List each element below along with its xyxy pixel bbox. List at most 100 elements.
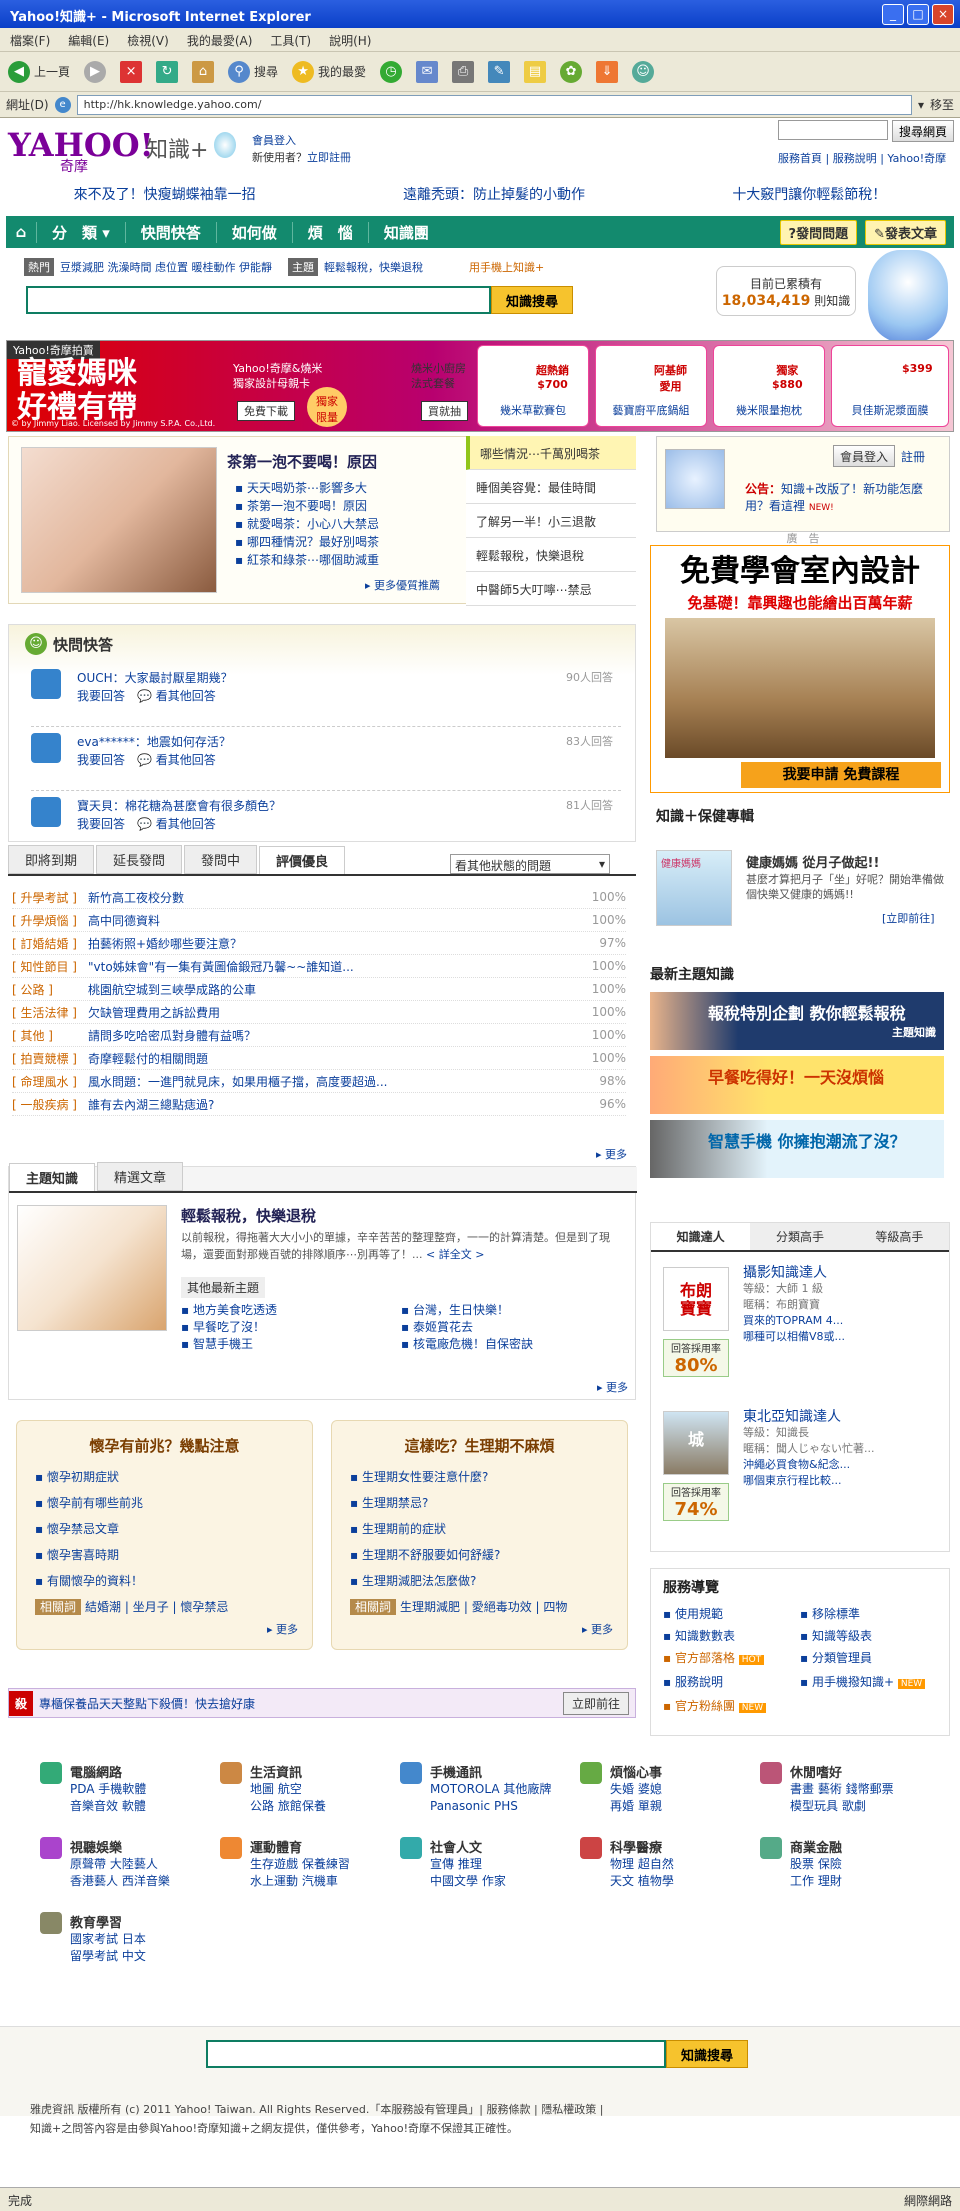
- service-link[interactable]: ▪ 官方部落格 HOT: [663, 1647, 800, 1671]
- top-search-input[interactable]: [778, 120, 888, 140]
- status-select[interactable]: 看其他狀態的問題 ▾: [450, 854, 610, 874]
- download-icon[interactable]: ⇓: [596, 60, 619, 83]
- history-icon[interactable]: ◷: [380, 60, 403, 83]
- mobile-link[interactable]: 用手機上知識+: [469, 259, 544, 275]
- login-button[interactable]: 會員登入: [833, 445, 896, 467]
- promo-link[interactable]: 遠離秃頭：防止掉髮的小動作: [403, 184, 585, 206]
- box-link[interactable]: ▪ 有關懷孕的資料！: [35, 1568, 294, 1594]
- search-button[interactable]: ⚲ 搜尋: [228, 60, 278, 83]
- mail-icon[interactable]: ✉: [416, 60, 439, 83]
- question-row[interactable]: [ 一般疾病 ] 誰有去內湖三總點痣過? 96%: [12, 1093, 626, 1116]
- more-link[interactable]: ▸ 更多: [582, 1621, 613, 1637]
- theme-link[interactable]: ▪ 早餐吃了沒！: [181, 1319, 401, 1336]
- featured-title[interactable]: 茶第一泡不要喝！原因: [227, 451, 377, 472]
- folder-icon[interactable]: ▤: [524, 60, 547, 83]
- plugin-icon[interactable]: ✿: [560, 60, 583, 83]
- full-text-link[interactable]: < 詳全文 >: [426, 1248, 484, 1261]
- service-link[interactable]: ▪ 用手機撥知識+ NEW: [800, 1671, 937, 1695]
- apply-course-button[interactable]: 我要申請 免費課程: [741, 762, 941, 788]
- category-item[interactable]: 電腦網路 PDA 手機軟體 音樂音效 軟體: [40, 1762, 220, 1815]
- menu-favorites[interactable]: 我的最愛(A): [187, 32, 253, 48]
- messenger-icon[interactable]: ☺: [632, 60, 655, 83]
- category-item[interactable]: 手機通訊 MOTOROLA 其他廠牌 Panasonic PHS: [400, 1762, 580, 1815]
- theme-link[interactable]: ▪ 泰姬賞花去: [401, 1319, 621, 1336]
- tab-category-masters[interactable]: 分類高手: [750, 1223, 849, 1250]
- topic-link[interactable]: 輕鬆報稅，快樂退稅: [324, 259, 423, 275]
- box-link[interactable]: ▪ 生理期不舒服要如何舒緩?: [350, 1542, 609, 1568]
- tab-articles[interactable]: 精選文章: [97, 1162, 184, 1191]
- go-now-button[interactable]: 立即前往: [562, 1691, 629, 1715]
- service-link[interactable]: ▪ 知識等級表: [800, 1625, 937, 1647]
- edit-icon[interactable]: ✎: [488, 60, 511, 83]
- knowledge-search-button[interactable]: 知識搜尋: [491, 286, 574, 314]
- theme-link[interactable]: ▪ 智慧手機王: [181, 1336, 401, 1353]
- health-more-link[interactable]: [立即前往]: [882, 910, 935, 926]
- stop-icon[interactable]: ×: [120, 60, 143, 83]
- question-row[interactable]: [ 升學煩惱 ] 高中同德資料 100%: [12, 909, 626, 932]
- service-link[interactable]: ▪ 使用規範: [663, 1603, 800, 1625]
- featured-link[interactable]: ▪ 茶第一泡不要喝！原因: [235, 497, 379, 515]
- tab-asking[interactable]: 發問中: [184, 845, 258, 874]
- print-icon[interactable]: ⎙: [452, 60, 475, 83]
- featured-tab[interactable]: 了解另一半！小三退散: [466, 504, 636, 538]
- tab-level-masters[interactable]: 等級高手: [850, 1223, 949, 1250]
- question-row[interactable]: [ 升學考試 ] 新竹高工夜校分數 100%: [12, 886, 626, 909]
- expert-avatar[interactable]: 城: [663, 1411, 729, 1475]
- interior-design-ad[interactable]: 免費學會室內設計 免基礎！靠興趣也能繪出百萬年薪 我要申請 免費課程: [650, 545, 950, 793]
- knowledge-brand[interactable]: 知識+: [146, 132, 208, 164]
- health-head[interactable]: 健康媽媽 從月子做起!!: [746, 852, 879, 871]
- close-button[interactable]: ×: [932, 4, 954, 25]
- answer-link[interactable]: 我要回答: [77, 817, 125, 831]
- nav-trouble[interactable]: 煩 惱: [291, 221, 368, 243]
- nav-howto[interactable]: 如何做: [215, 221, 292, 243]
- question-row[interactable]: [ 知性節目 ] "vto姊妹會"有一集有黃圖倫鍛冠乃馨~~誰知道... 100%: [12, 955, 626, 978]
- more-recommend-link[interactable]: ▸ 更多優質推薦: [365, 577, 440, 593]
- box-link[interactable]: ▪ 懷孕前有哪些前兆: [35, 1490, 294, 1516]
- expert-answer-link[interactable]: 買來的TOPRAM 4...: [743, 1313, 845, 1329]
- menu-file[interactable]: 檔案(F): [10, 32, 50, 48]
- box-link[interactable]: ▪ 懷孕禁忌文章: [35, 1516, 294, 1542]
- register-link[interactable]: 立即註冊: [307, 151, 351, 164]
- box-link[interactable]: ▪ 生理期減肥法怎麼做?: [350, 1568, 609, 1594]
- box-link[interactable]: ▪ 生理期女性要注意什麼?: [350, 1464, 609, 1490]
- web-search-button[interactable]: 搜尋網頁: [892, 120, 955, 142]
- service-link[interactable]: ▪ 移除標準: [800, 1603, 937, 1625]
- buy-draw-button[interactable]: 買就抽: [421, 401, 468, 421]
- knowledge-search-input[interactable]: [26, 286, 491, 314]
- footer-search-input[interactable]: [206, 2040, 666, 2068]
- menu-help[interactable]: 說明(H): [329, 32, 371, 48]
- product-card[interactable]: $399 貝佳斯泥漿面膜: [831, 345, 949, 427]
- tab-rated[interactable]: 評價優良: [259, 846, 346, 874]
- box-link[interactable]: ▪ 懷孕害喜時期: [35, 1542, 294, 1568]
- minimize-button[interactable]: _: [882, 4, 904, 25]
- featured-tab[interactable]: 睡個美容覺：最佳時間: [466, 470, 636, 504]
- category-item[interactable]: 社會人文 宣傳 推理 中國文學 作家: [400, 1837, 580, 1890]
- category-item[interactable]: 科學醫療 物理 超自然 天文 植物學: [580, 1837, 760, 1890]
- login-link[interactable]: 會員登入: [252, 134, 296, 147]
- question-row[interactable]: [ 其他 ] 請問多吃哈密瓜對身體有益嗎？ 100%: [12, 1024, 626, 1047]
- featured-tab[interactable]: 哪些情況⋯千萬別喝茶: [466, 436, 636, 470]
- box-link[interactable]: ▪ 生理期禁忌?: [350, 1490, 609, 1516]
- health-thumb[interactable]: 健康媽媽: [656, 850, 732, 926]
- featured-link[interactable]: ▪ 紅茶和綠茶⋯哪個助減重: [235, 551, 379, 569]
- product-card[interactable]: 獨家 $880 幾米限量抱枕: [713, 345, 825, 427]
- answer-link[interactable]: 我要回答: [77, 753, 125, 767]
- featured-link[interactable]: ▪ 天天喝奶茶⋯影響多大: [235, 479, 379, 497]
- menu-view[interactable]: 檢視(V): [127, 32, 169, 48]
- tax-banner[interactable]: 報稅特別企劃 教你輕鬆報稅 主題知識: [650, 992, 944, 1050]
- theme-photo[interactable]: [17, 1205, 167, 1331]
- back-button[interactable]: ◀ 上一頁: [8, 60, 70, 83]
- favorites-button[interactable]: ★ 我的最愛: [292, 60, 366, 83]
- home-icon[interactable]: ⌂: [192, 60, 215, 83]
- tab-extended[interactable]: 延長發問: [96, 845, 183, 874]
- nav-quick-qa[interactable]: 快問快答: [124, 221, 216, 243]
- forward-arrow-icon[interactable]: ▶: [84, 60, 107, 83]
- more-link[interactable]: ▸ 更多: [596, 1146, 627, 1162]
- menu-tools[interactable]: 工具(T): [270, 32, 311, 48]
- theme-link[interactable]: ▪ 台灣，生日快樂！: [401, 1302, 621, 1319]
- footer-search-button[interactable]: 知識搜尋: [666, 2040, 749, 2068]
- category-item[interactable]: 商業金融 股票 保險 工作 理財: [760, 1837, 940, 1890]
- smartphone-banner[interactable]: 智慧手機 你擁抱潮流了沒？: [650, 1120, 944, 1178]
- home-icon[interactable]: ⌂: [6, 223, 36, 241]
- go-button[interactable]: 移至: [930, 96, 954, 113]
